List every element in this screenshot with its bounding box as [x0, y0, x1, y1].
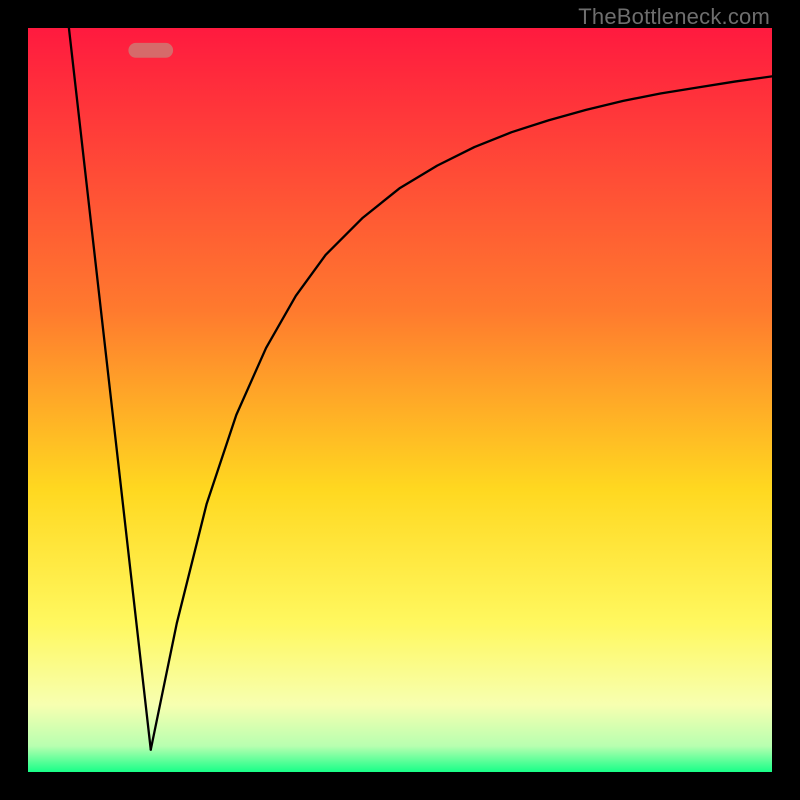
target-marker: [128, 43, 173, 58]
watermark-text: TheBottleneck.com: [578, 4, 770, 30]
plot-area: [28, 28, 772, 772]
chart-curves: [28, 28, 772, 772]
series-right-curve: [151, 76, 772, 749]
series-left-line: [69, 28, 151, 750]
chart-container: TheBottleneck.com: [0, 0, 800, 800]
